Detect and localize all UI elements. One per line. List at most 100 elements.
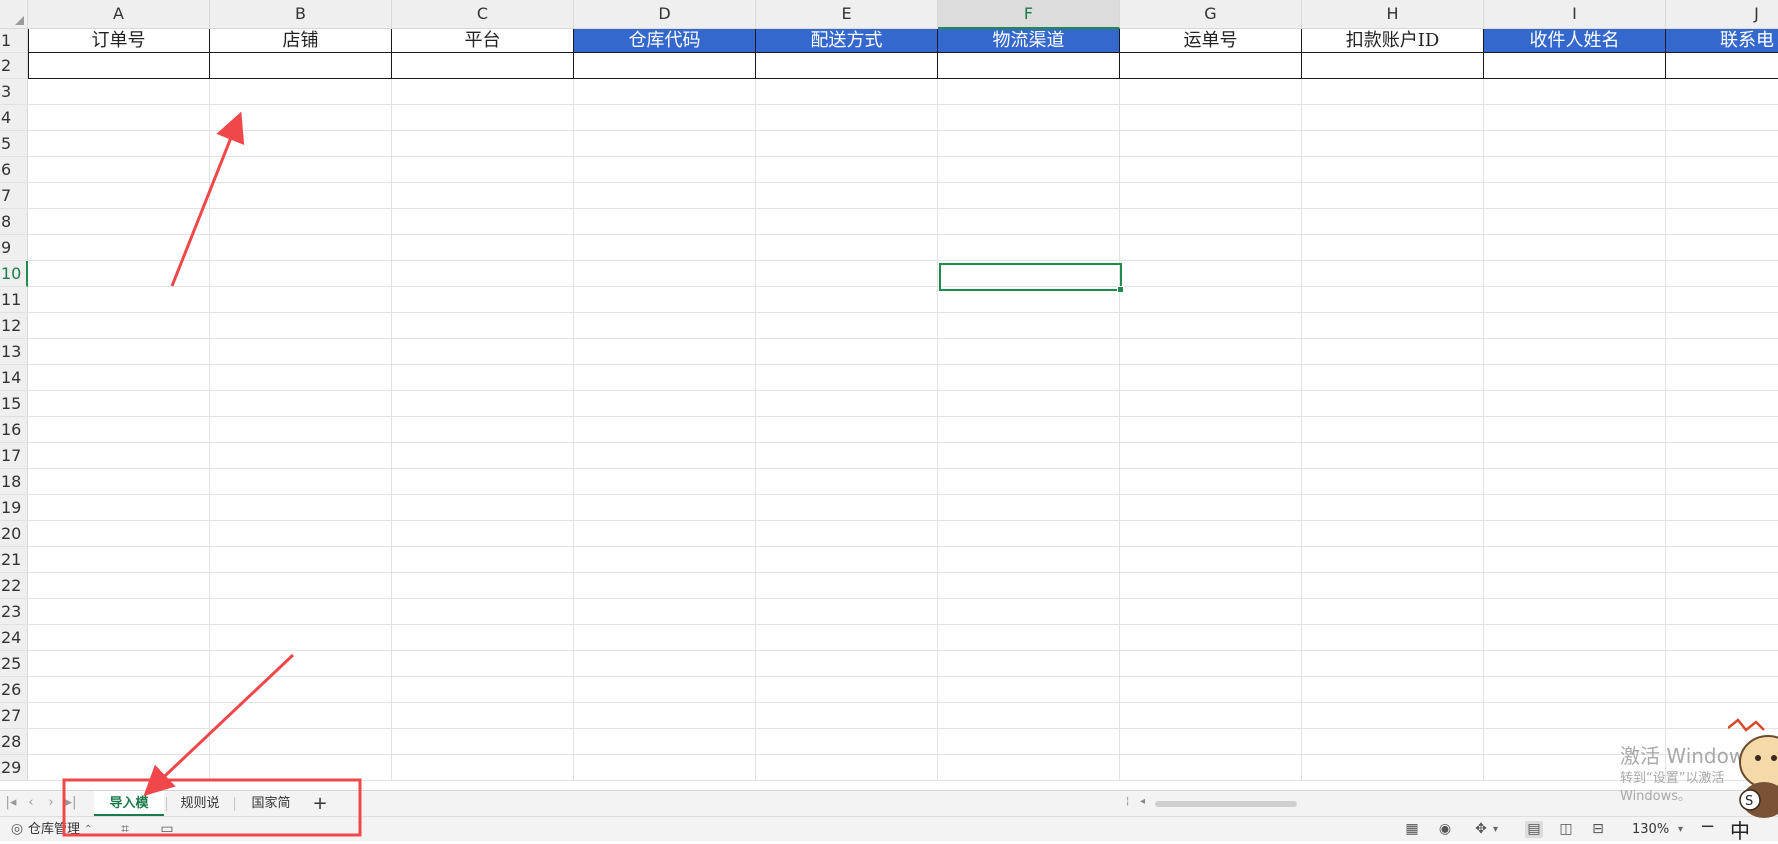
cell-d15[interactable] bbox=[574, 391, 756, 417]
cell-c7[interactable] bbox=[392, 183, 574, 209]
cell-d12[interactable] bbox=[574, 313, 756, 339]
cell-e3[interactable] bbox=[756, 79, 938, 105]
cell-j20[interactable] bbox=[1666, 521, 1778, 547]
horizontal-scrollbar-thumb[interactable] bbox=[1155, 801, 1297, 807]
row-header-10[interactable]: 10 bbox=[0, 261, 28, 287]
cell-e7[interactable] bbox=[756, 183, 938, 209]
cell-b14[interactable] bbox=[210, 365, 392, 391]
cell-c25[interactable] bbox=[392, 651, 574, 677]
cell-g4[interactable] bbox=[1120, 105, 1302, 131]
cell-a22[interactable] bbox=[28, 573, 210, 599]
spreadsheet-grid[interactable]: ABCDEFGHIJ 1 2 3 4 5 6 7 8 9 10 11 12 13 14 15 16 17 18 19… bbox=[0, 0, 1778, 790]
cell-i14[interactable] bbox=[1484, 365, 1666, 391]
cell-d17[interactable] bbox=[574, 443, 756, 469]
cell-e22[interactable] bbox=[756, 573, 938, 599]
cell-h3[interactable] bbox=[1302, 79, 1484, 105]
cell-j9[interactable] bbox=[1666, 235, 1778, 261]
row-header-16[interactable]: 16 bbox=[0, 417, 28, 443]
cell-c18[interactable] bbox=[392, 469, 574, 495]
cell-b3[interactable] bbox=[210, 79, 392, 105]
cell-c15[interactable] bbox=[392, 391, 574, 417]
column-header-b[interactable]: B bbox=[210, 0, 392, 29]
cell-i15[interactable] bbox=[1484, 391, 1666, 417]
cell-h19[interactable] bbox=[1302, 495, 1484, 521]
cell-e13[interactable] bbox=[756, 339, 938, 365]
cell-b9[interactable] bbox=[210, 235, 392, 261]
cell-h7[interactable] bbox=[1302, 183, 1484, 209]
cell-a4[interactable] bbox=[28, 105, 210, 131]
column-header-i[interactable]: I bbox=[1484, 0, 1666, 29]
cell-f2[interactable] bbox=[938, 53, 1120, 79]
cell-h11[interactable] bbox=[1302, 287, 1484, 313]
cell-a5[interactable] bbox=[28, 131, 210, 157]
cell-a11[interactable] bbox=[28, 287, 210, 313]
cell-c12[interactable] bbox=[392, 313, 574, 339]
cell-a26[interactable] bbox=[28, 677, 210, 703]
cell-i23[interactable] bbox=[1484, 599, 1666, 625]
cell-b11[interactable] bbox=[210, 287, 392, 313]
cell-c14[interactable] bbox=[392, 365, 574, 391]
cell-b22[interactable] bbox=[210, 573, 392, 599]
cell-d10[interactable] bbox=[574, 261, 756, 287]
header-cell-h1[interactable]: 扣款账户ID bbox=[1302, 29, 1484, 53]
cell-b25[interactable] bbox=[210, 651, 392, 677]
cell-b13[interactable] bbox=[210, 339, 392, 365]
column-header-a[interactable]: A bbox=[28, 0, 210, 29]
cell-c21[interactable] bbox=[392, 547, 574, 573]
macro-record-icon[interactable]: ⌗ bbox=[116, 821, 134, 838]
row-header-3[interactable]: 3 bbox=[0, 79, 28, 105]
cell-f19[interactable] bbox=[938, 495, 1120, 521]
cell-e2[interactable] bbox=[756, 53, 938, 79]
last-sheet-icon[interactable]: ▸| bbox=[62, 794, 80, 812]
cell-f20[interactable] bbox=[938, 521, 1120, 547]
cell-j7[interactable] bbox=[1666, 183, 1778, 209]
cell-d7[interactable] bbox=[574, 183, 756, 209]
row-header-24[interactable]: 24 bbox=[0, 625, 28, 651]
cell-a21[interactable] bbox=[28, 547, 210, 573]
page-layout-view-icon[interactable]: ◫ bbox=[1557, 821, 1575, 838]
add-sheet-button[interactable]: + bbox=[310, 791, 330, 816]
ime-indicator[interactable]: 中 bbox=[1730, 815, 1750, 844]
cell-a12[interactable] bbox=[28, 313, 210, 339]
cell-c9[interactable] bbox=[392, 235, 574, 261]
cell-b20[interactable] bbox=[210, 521, 392, 547]
cell-a16[interactable] bbox=[28, 417, 210, 443]
header-cell-b1[interactable]: 店铺 bbox=[210, 29, 392, 53]
cell-b15[interactable] bbox=[210, 391, 392, 417]
read-mode-icon[interactable]: ▦ bbox=[1403, 821, 1421, 838]
cell-f16[interactable] bbox=[938, 417, 1120, 443]
cell-h14[interactable] bbox=[1302, 365, 1484, 391]
cell-g7[interactable] bbox=[1120, 183, 1302, 209]
header-cell-a1[interactable]: 订单号 bbox=[28, 29, 210, 53]
sheet-tab-rules[interactable]: 规则说明 bbox=[168, 791, 232, 836]
cell-c26[interactable] bbox=[392, 677, 574, 703]
cell-f12[interactable] bbox=[938, 313, 1120, 339]
cell-e21[interactable] bbox=[756, 547, 938, 573]
cell-i6[interactable] bbox=[1484, 157, 1666, 183]
cell-i16[interactable] bbox=[1484, 417, 1666, 443]
row-header-13[interactable]: 13 bbox=[0, 339, 28, 365]
cell-j2[interactable] bbox=[1666, 53, 1778, 79]
cell-i17[interactable] bbox=[1484, 443, 1666, 469]
cell-g16[interactable] bbox=[1120, 417, 1302, 443]
cell-e26[interactable] bbox=[756, 677, 938, 703]
header-cell-f1[interactable]: 物流渠道 bbox=[938, 29, 1120, 53]
cell-j12[interactable] bbox=[1666, 313, 1778, 339]
cell-c2[interactable] bbox=[392, 53, 574, 79]
cell-c20[interactable] bbox=[392, 521, 574, 547]
row-header-29[interactable]: 29 bbox=[0, 755, 28, 781]
cell-j25[interactable] bbox=[1666, 651, 1778, 677]
cell-h9[interactable] bbox=[1302, 235, 1484, 261]
prev-sheet-icon[interactable]: ‹ bbox=[22, 794, 40, 812]
cell-c28[interactable] bbox=[392, 729, 574, 755]
cell-a29[interactable] bbox=[28, 755, 210, 781]
cell-c16[interactable] bbox=[392, 417, 574, 443]
column-header-j[interactable]: J bbox=[1666, 0, 1778, 29]
cell-f21[interactable] bbox=[938, 547, 1120, 573]
cell-d24[interactable] bbox=[574, 625, 756, 651]
active-cell-F10[interactable] bbox=[939, 263, 1124, 293]
row-header-8[interactable]: 8 bbox=[0, 209, 28, 235]
cell-h8[interactable] bbox=[1302, 209, 1484, 235]
header-cell-j1[interactable]: 联系电 bbox=[1666, 29, 1778, 53]
row-header-14[interactable]: 14 bbox=[0, 365, 28, 391]
